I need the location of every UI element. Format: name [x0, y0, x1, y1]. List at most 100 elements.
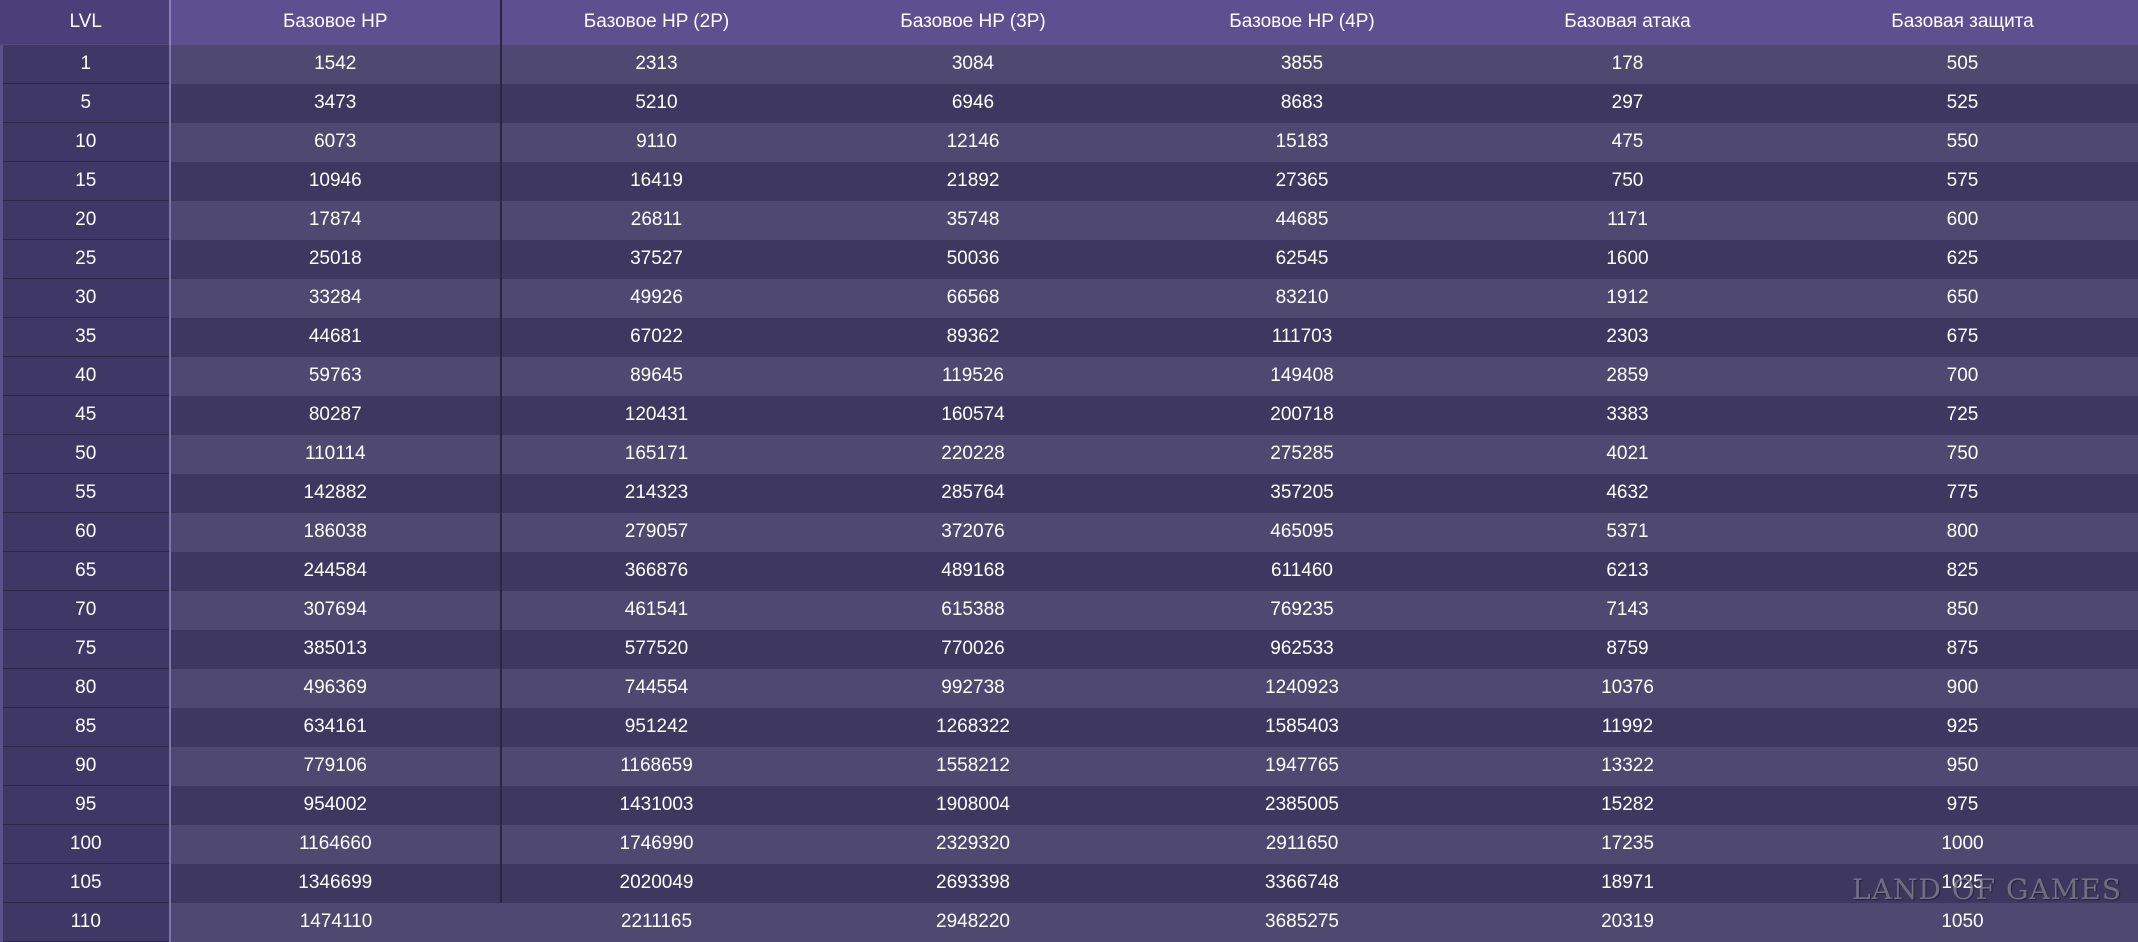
stat-cell: 385013	[170, 630, 502, 669]
stat-cell: 5210	[502, 84, 812, 123]
header-base-hp-4p: Базовое HP (4P)	[1135, 0, 1470, 45]
stat-cell: 550	[1786, 123, 2138, 162]
level-cell: 90	[2, 747, 170, 786]
stat-cell: 120431	[502, 396, 812, 435]
stat-cell: 750	[1470, 162, 1786, 201]
stat-cell: 2859	[1470, 357, 1786, 396]
table-row: 9595400214310031908004238500515282975	[2, 786, 2138, 825]
level-cell: 50	[2, 435, 170, 474]
stat-cell: 17235	[1470, 825, 1786, 864]
stat-cell: 2211165	[502, 903, 812, 942]
stat-cell: 611460	[1135, 552, 1470, 591]
stat-cell: 725	[1786, 396, 2138, 435]
table-row: 501101141651712202282752854021750	[2, 435, 2138, 474]
stat-cell: 1240923	[1135, 669, 1470, 708]
header-lvl: LVL	[2, 0, 170, 45]
stat-cell: 475	[1470, 123, 1786, 162]
stat-cell: 489168	[812, 552, 1135, 591]
level-cell: 80	[2, 669, 170, 708]
stat-cell: 1585403	[1135, 708, 1470, 747]
watermark-logo: LAND OF GAMES	[1852, 873, 2122, 906]
stat-cell: 850	[1786, 591, 2138, 630]
table-header: LVLБазовое HPБазовое HP (2P)Базовое HP (…	[2, 0, 2138, 45]
stat-cell: 4021	[1470, 435, 1786, 474]
table-row: 1510946164192189227365750575	[2, 162, 2138, 201]
stat-cell: 2948220	[812, 903, 1135, 942]
table-row: 1001164660174699023293202911650172351000	[2, 825, 2138, 864]
stat-cell: 2313	[502, 45, 812, 84]
stat-cell: 1346699	[170, 864, 502, 903]
level-cell: 45	[2, 396, 170, 435]
stat-cell: 6213	[1470, 552, 1786, 591]
stat-cell: 67022	[502, 318, 812, 357]
stat-cell: 461541	[502, 591, 812, 630]
stat-cell: 675	[1786, 318, 2138, 357]
stat-cell: 775	[1786, 474, 2138, 513]
level-cell: 105	[2, 864, 170, 903]
stat-cell: 11992	[1470, 708, 1786, 747]
stat-cell: 307694	[170, 591, 502, 630]
stat-cell: 20319	[1470, 903, 1786, 942]
level-cell: 110	[2, 903, 170, 942]
table-row: 753850135775207700269625338759875	[2, 630, 2138, 669]
stat-cell: 200718	[1135, 396, 1470, 435]
stat-cell: 505	[1786, 45, 2138, 84]
table-row: 1101474110221116529482203685275203191050	[2, 903, 2138, 942]
stat-cell: 62545	[1135, 240, 1470, 279]
stat-cell: 44685	[1135, 201, 1470, 240]
stat-cell: 178	[1470, 45, 1786, 84]
level-cell: 100	[2, 825, 170, 864]
stat-cell: 1947765	[1135, 747, 1470, 786]
stat-cell: 66568	[812, 279, 1135, 318]
level-cell: 65	[2, 552, 170, 591]
stat-cell: 5371	[1470, 513, 1786, 552]
stat-cell: 1000	[1786, 825, 2138, 864]
stat-cell: 372076	[812, 513, 1135, 552]
stat-cell: 800	[1786, 513, 2138, 552]
table-row: 11542231330843855178505	[2, 45, 2138, 84]
stat-cell: 186038	[170, 513, 502, 552]
stat-cell: 160574	[812, 396, 1135, 435]
stat-cell: 89645	[502, 357, 812, 396]
header-base-hp-3p: Базовое HP (3P)	[812, 0, 1135, 45]
stat-cell: 1164660	[170, 825, 502, 864]
stat-cell: 15183	[1135, 123, 1470, 162]
table-row: 30332844992666568832101912650	[2, 279, 2138, 318]
stat-cell: 165171	[502, 435, 812, 474]
level-cell: 40	[2, 357, 170, 396]
table-row: 10607391101214615183475550	[2, 123, 2138, 162]
stat-cell: 575	[1786, 162, 2138, 201]
stat-cell: 8683	[1135, 84, 1470, 123]
table-row: 45802871204311605742007183383725	[2, 396, 2138, 435]
stat-cell: 2303	[1470, 318, 1786, 357]
stat-cell: 1558212	[812, 747, 1135, 786]
stat-cell: 15282	[1470, 786, 1786, 825]
header-base-hp-2p: Базовое HP (2P)	[502, 0, 812, 45]
stat-cell: 600	[1786, 201, 2138, 240]
stat-cell: 83210	[1135, 279, 1470, 318]
table-row: 80496369744554992738124092310376900	[2, 669, 2138, 708]
stat-cell: 770026	[812, 630, 1135, 669]
level-cell: 25	[2, 240, 170, 279]
stat-cell: 7143	[1470, 591, 1786, 630]
level-cell: 20	[2, 201, 170, 240]
stat-cell: 10376	[1470, 669, 1786, 708]
stat-cell: 214323	[502, 474, 812, 513]
stat-cell: 16419	[502, 162, 812, 201]
stat-cell: 357205	[1135, 474, 1470, 513]
stat-cell: 975	[1786, 786, 2138, 825]
stat-cell: 1474110	[170, 903, 502, 942]
stat-cell: 875	[1786, 630, 2138, 669]
stat-cell: 950	[1786, 747, 2138, 786]
stat-cell: 496369	[170, 669, 502, 708]
table-row: 551428822143232857643572054632775	[2, 474, 2138, 513]
stat-cell: 35748	[812, 201, 1135, 240]
stat-cell: 779106	[170, 747, 502, 786]
stat-cell: 750	[1786, 435, 2138, 474]
stat-cell: 119526	[812, 357, 1135, 396]
level-cell: 30	[2, 279, 170, 318]
table-row: 856341619512421268322158540311992925	[2, 708, 2138, 747]
stat-cell: 900	[1786, 669, 2138, 708]
stat-cell: 10946	[170, 162, 502, 201]
stat-cell: 13322	[1470, 747, 1786, 786]
